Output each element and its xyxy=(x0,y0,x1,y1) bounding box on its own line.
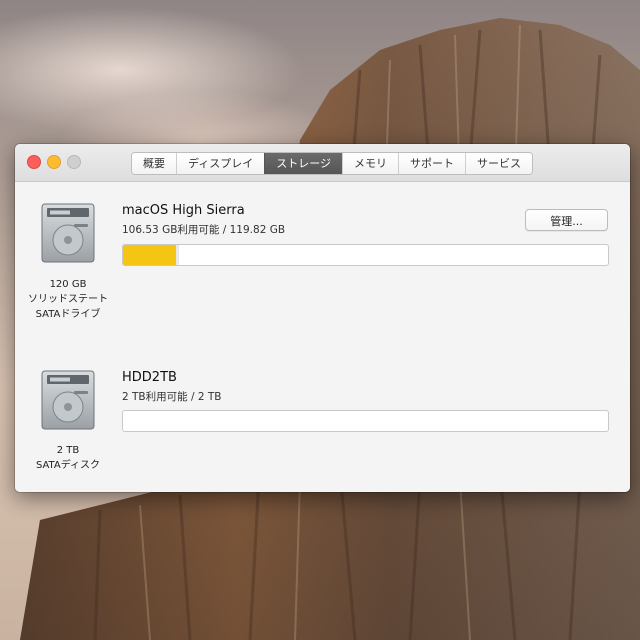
hard-drive-icon xyxy=(41,370,95,430)
minimize-window-button[interactable] xyxy=(47,155,61,169)
drive-name: HDD2TB xyxy=(122,370,177,385)
drive-item: 2 TB SATAディスク HDD2TB 2 TB利用可能 / 2 TB xyxy=(15,350,630,492)
zoom-window-button[interactable] xyxy=(67,155,81,169)
titlebar: 概要 ディスプレイ ストレージ メモリ サポート サービス xyxy=(15,144,630,182)
tab-storage[interactable]: ストレージ xyxy=(264,153,343,174)
storage-bar xyxy=(122,244,609,266)
tab-displays[interactable]: ディスプレイ xyxy=(176,153,265,174)
drive-capacity: 120 GB xyxy=(49,279,87,290)
drive-item: 120 GB ソリッドステート SATAドライブ macOS High Sier… xyxy=(15,182,630,342)
drive-type: ソリッドステート xyxy=(28,294,108,305)
tab-bar: 概要 ディスプレイ ストレージ メモリ サポート サービス xyxy=(131,152,534,175)
drive-name: macOS High Sierra xyxy=(122,203,245,218)
drive-type: SATAディスク xyxy=(35,460,101,471)
about-this-mac-window: 概要 ディスプレイ ストレージ メモリ サポート サービス 120 GB ソリッ… xyxy=(15,144,630,492)
drive-interface: SATAドライブ xyxy=(35,309,101,320)
tab-support[interactable]: サポート xyxy=(398,153,466,174)
manage-button[interactable]: 管理... xyxy=(525,209,608,231)
drive-usage: 2 TB利用可能 / 2 TB xyxy=(122,391,222,403)
storage-panel: 120 GB ソリッドステート SATAドライブ macOS High Sier… xyxy=(15,182,630,492)
storage-bar xyxy=(122,410,609,432)
drive-capacity: 2 TB xyxy=(56,445,80,456)
drive-usage: 106.53 GB利用可能 / 119.82 GB xyxy=(122,224,286,236)
tab-service[interactable]: サービス xyxy=(465,153,533,174)
close-window-button[interactable] xyxy=(27,155,41,169)
tab-overview[interactable]: 概要 xyxy=(132,153,176,174)
storage-used-fill xyxy=(123,245,180,265)
hard-drive-icon xyxy=(41,203,95,263)
tab-memory[interactable]: メモリ xyxy=(342,153,399,174)
